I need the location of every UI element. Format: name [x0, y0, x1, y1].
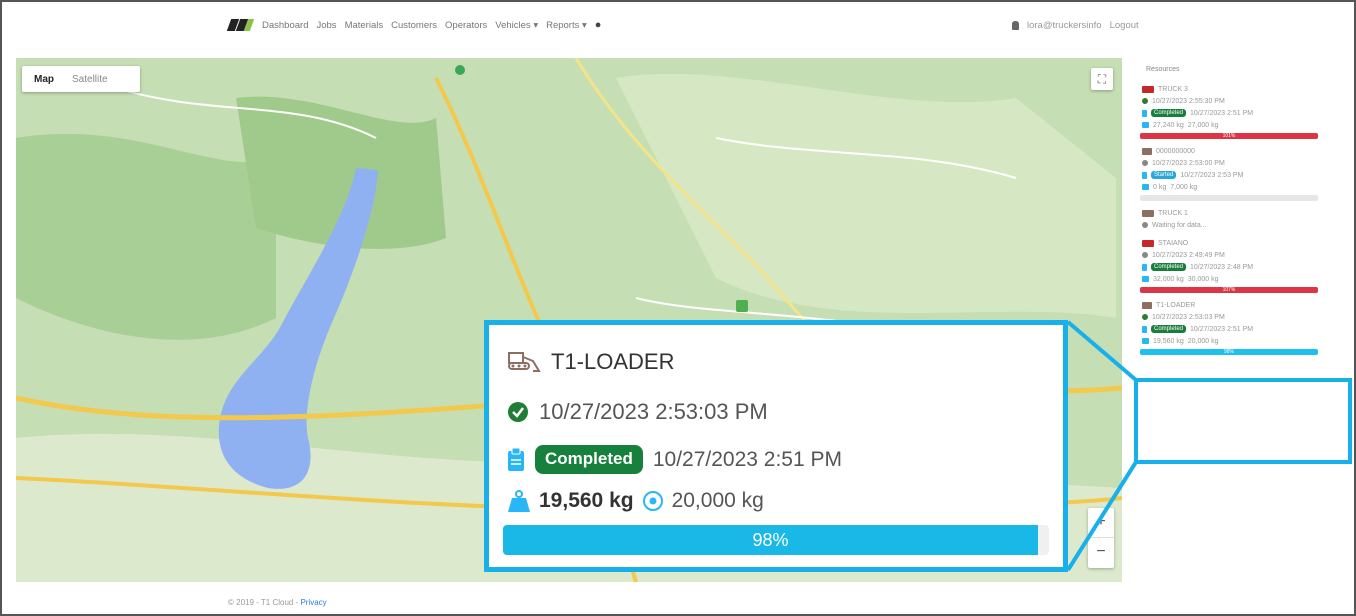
loader-icon: [1142, 301, 1152, 309]
loader-icon: [508, 352, 541, 372]
unit-name: TRUCK 1: [1158, 209, 1188, 217]
footer: © 2019 - T1 Cloud - Privacy: [228, 598, 327, 607]
unit-capacity: 7,000 kg: [1170, 183, 1198, 191]
unit-time: 10/27/2023 2:53:03 PM: [1152, 313, 1225, 321]
unit-detail-callout: T1-LOADER 10/27/2023 2:53:03 PM Complete…: [484, 320, 1068, 572]
weight-icon: [1142, 184, 1149, 190]
clipboard-icon: [508, 447, 524, 471]
loader-icon: [1142, 147, 1152, 155]
progress-bar: 98%: [1140, 349, 1318, 355]
status-time: 10/27/2023 2:51 PM: [1190, 109, 1254, 117]
progress-fill: 98%: [503, 525, 1039, 555]
unit-name: STAIANO: [1158, 239, 1189, 247]
unit-capacity: 27,000 kg: [1187, 121, 1219, 129]
unit-time: 10/27/2023 2:55:30 PM: [1152, 97, 1225, 105]
truck-icon: [1142, 209, 1154, 217]
clock-icon: [1142, 222, 1148, 228]
highlight-box: [1134, 378, 1352, 464]
truck-icon: [1142, 239, 1154, 247]
map-type-satellite[interactable]: Satellite: [66, 74, 114, 85]
vehicle-marker: [736, 300, 748, 312]
status-badge: Completed: [535, 445, 643, 474]
unit-weight: 32,000 kg: [1153, 275, 1184, 283]
user-area: lora@truckersinfo Logout: [1012, 20, 1139, 31]
unit-name: TRUCK 3: [1158, 85, 1188, 93]
status-time: 10/27/2023 2:51 PM: [652, 447, 842, 471]
zoom-control: + −: [1088, 508, 1114, 568]
nav-jobs[interactable]: Jobs: [316, 20, 336, 31]
status-time: 10/27/2023 2:53 PM: [1180, 171, 1244, 179]
status-badge: Started: [1151, 171, 1177, 179]
map-type-map[interactable]: Map: [22, 74, 66, 85]
unit-timestamp: 10/27/2023 2:53:03 PM: [539, 399, 768, 424]
capacity-weight: 20,000 kg: [671, 489, 764, 512]
progress-bar: 107%: [1140, 287, 1318, 293]
nav-operators[interactable]: Operators: [445, 20, 487, 31]
clipboard-icon: [1142, 325, 1147, 333]
unit-card[interactable]: 0000000000 10/27/2023 2:53:00 PM Started…: [1140, 145, 1318, 201]
nav-reports[interactable]: Reports ▾: [546, 20, 587, 31]
privacy-link[interactable]: Privacy: [300, 598, 326, 607]
clipboard-icon: [1142, 109, 1147, 117]
progress-bar: 101%: [1140, 133, 1318, 139]
check-circle-icon: [508, 402, 528, 422]
unit-card[interactable]: TRUCK 1 Waiting for data...: [1140, 207, 1318, 231]
current-weight: 19,560 kg: [539, 489, 634, 512]
unit-name: 0000000000: [1156, 147, 1195, 155]
unit-card-selected[interactable]: T1-LOADER 10/27/2023 2:53:03 PM Complete…: [1140, 299, 1318, 355]
map-type-control: Map Satellite: [22, 66, 140, 92]
unit-name: T1-LOADER: [551, 349, 675, 374]
unit-weight: 27,240 kg: [1153, 121, 1184, 129]
fullscreen-icon[interactable]: ⛶: [1091, 68, 1113, 90]
sidebar-title: Resources: [1146, 66, 1180, 73]
unit-time: Waiting for data...: [1152, 221, 1207, 229]
logout-link[interactable]: Logout: [1110, 20, 1139, 31]
check-icon: [1142, 98, 1148, 104]
nav-materials[interactable]: Materials: [345, 20, 384, 31]
zoom-out-button[interactable]: −: [1088, 538, 1114, 568]
weight-icon: [508, 490, 530, 512]
nav-dashboard[interactable]: Dashboard: [262, 20, 308, 31]
progress-bar: [1140, 195, 1318, 201]
weight-icon: [1142, 338, 1149, 344]
load-progress-bar: 98%: [503, 525, 1049, 555]
unit-card[interactable]: STAIANO 10/27/2023 2:49:49 PM Completed 1…: [1140, 237, 1318, 293]
poi-marker: [455, 65, 465, 75]
unit-time: 10/27/2023 2:49:49 PM: [1152, 251, 1225, 259]
status-badge: Completed: [1151, 109, 1187, 117]
clipboard-icon: [1142, 171, 1147, 179]
clipboard-icon: [1142, 263, 1147, 271]
globe-icon[interactable]: ●: [595, 19, 602, 31]
check-icon: [1142, 252, 1148, 258]
top-navigation: Dashboard Jobs Materials Customers Opera…: [226, 14, 602, 36]
unit-name: T1-LOADER: [1156, 301, 1196, 309]
user-icon: [1012, 21, 1019, 30]
status-time: 10/27/2023 2:51 PM: [1190, 325, 1254, 333]
app-logo-icon[interactable]: [226, 17, 255, 33]
username[interactable]: lora@truckersinfo: [1027, 20, 1102, 31]
nav-vehicles[interactable]: Vehicles ▾: [495, 20, 538, 31]
weight-icon: [1142, 122, 1149, 128]
unit-capacity: 30,000 kg: [1187, 275, 1219, 283]
unit-time: 10/27/2023 2:53:00 PM: [1152, 159, 1225, 167]
status-time: 10/27/2023 2:48 PM: [1190, 263, 1254, 271]
footer-copyright: © 2019 - T1 Cloud -: [228, 598, 301, 607]
status-badge: Completed: [1151, 263, 1187, 271]
status-badge: Completed: [1151, 325, 1187, 333]
truck-icon: [1142, 85, 1154, 93]
check-icon: [1142, 314, 1148, 320]
check-icon: [1142, 160, 1148, 166]
nav-customers[interactable]: Customers: [391, 20, 437, 31]
unit-capacity: 20,000 kg: [1187, 337, 1219, 345]
resources-sidebar: Resources TRUCK 3 10/27/2023 2:55:30 PM …: [1140, 62, 1318, 361]
zoom-in-button[interactable]: +: [1088, 508, 1114, 538]
weight-icon: [1142, 276, 1149, 282]
target-icon: [642, 491, 663, 511]
unit-weight: 0 kg: [1153, 183, 1167, 191]
unit-card[interactable]: TRUCK 3 10/27/2023 2:55:30 PM Completed 1…: [1140, 83, 1318, 139]
unit-weight: 19,560 kg: [1153, 337, 1184, 345]
